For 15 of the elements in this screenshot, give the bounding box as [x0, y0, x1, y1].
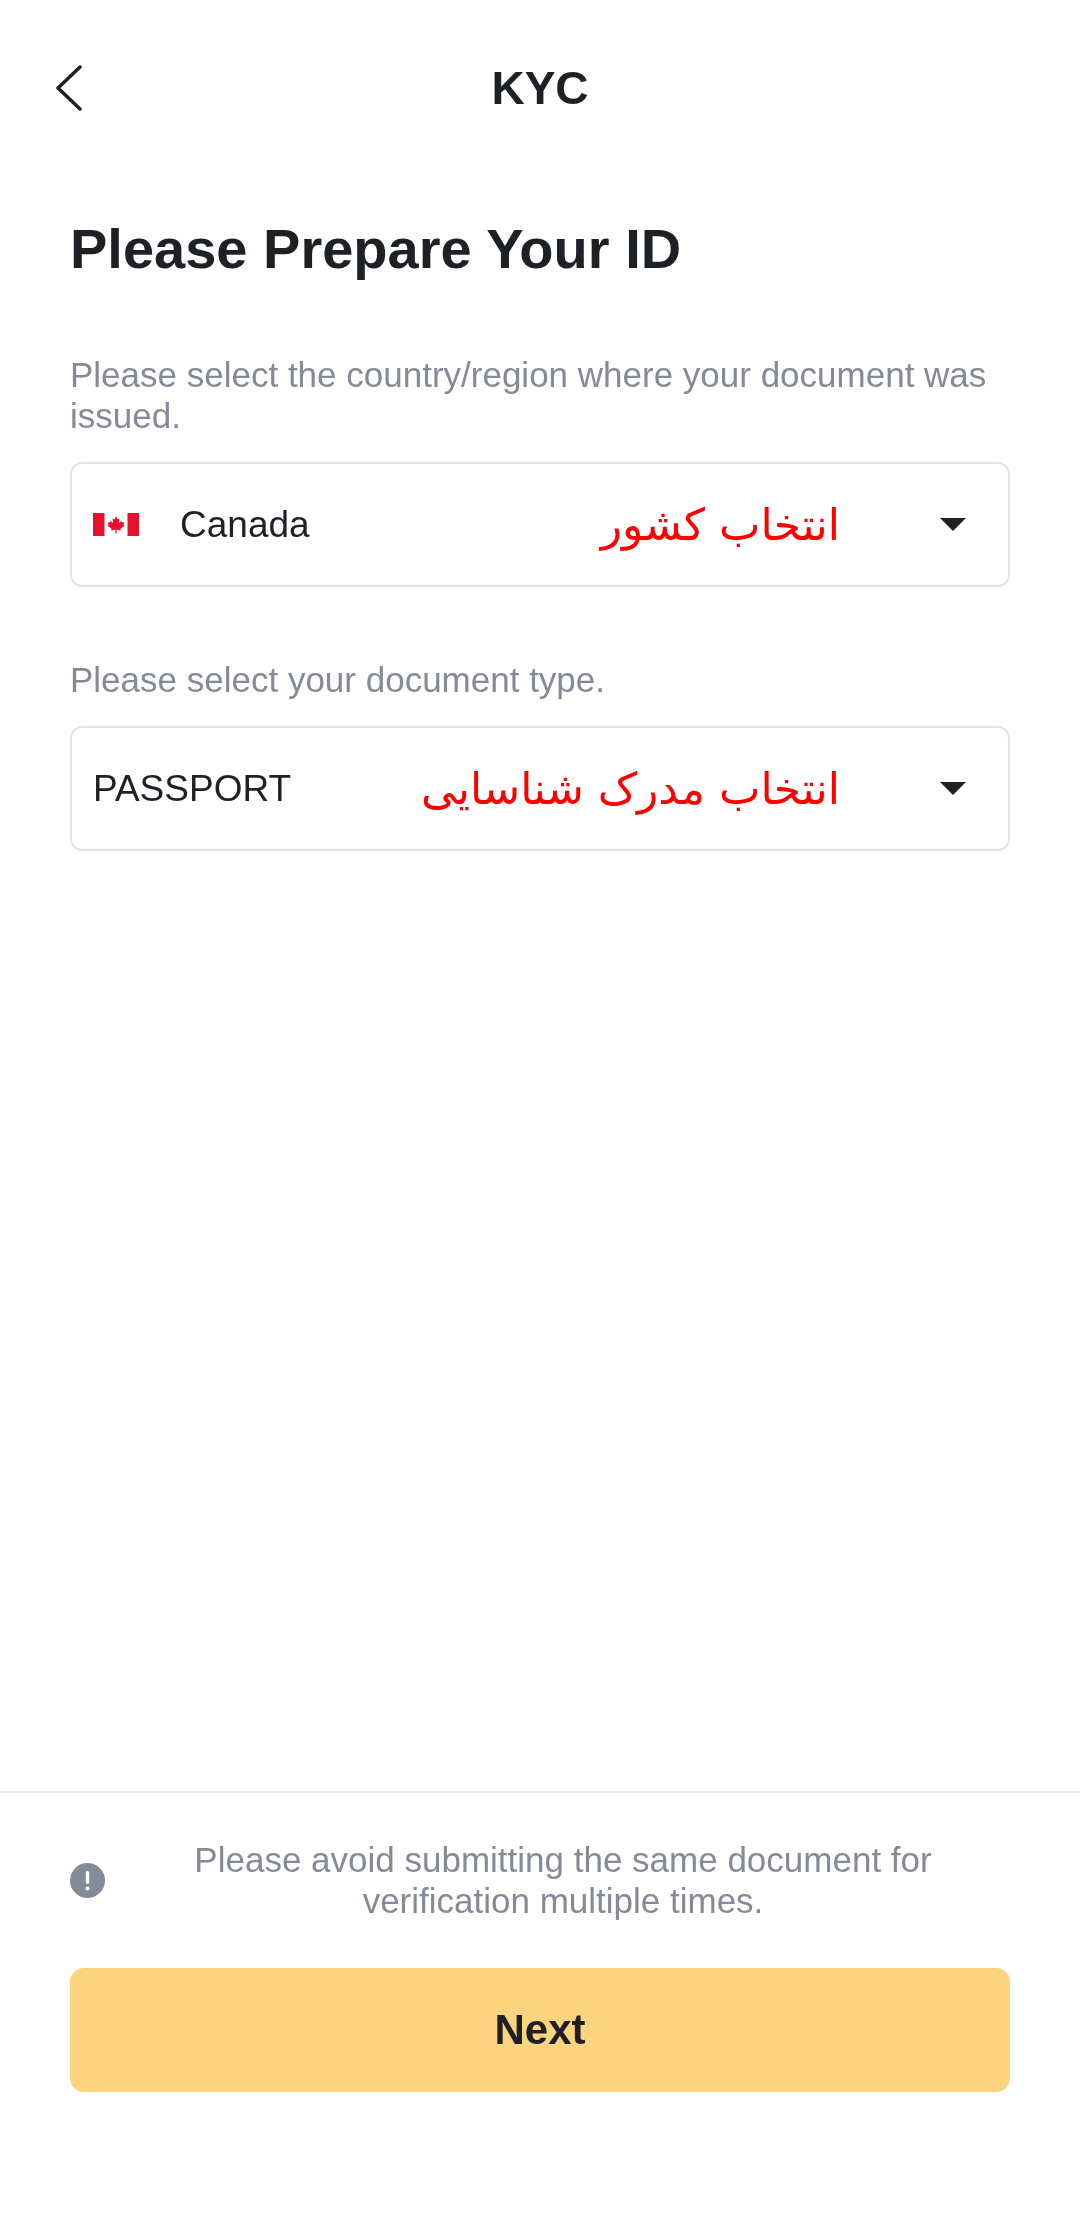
- info-icon: [70, 1862, 105, 1898]
- notice-text: Please avoid submitting the same document for verification multiple times.: [193, 1839, 933, 1921]
- annotation-text: انتخاب مدرک شناسایی: [421, 761, 840, 817]
- select-value: Canada: [180, 502, 310, 547]
- flag-icon: [93, 513, 139, 536]
- caret-icon: [940, 782, 966, 795]
- field-label: Please select your document type.: [70, 659, 606, 700]
- page-title: KYC: [491, 61, 589, 115]
- back-button[interactable]: [55, 65, 83, 111]
- field-label: Please select the country/region where your document was issued.: [70, 354, 988, 436]
- chevron-left-icon: [55, 65, 83, 111]
- annotation-text: انتخاب کشور: [600, 497, 840, 553]
- select-value: PASSPORT: [93, 766, 292, 811]
- page-heading: Please Prepare Your ID: [70, 216, 682, 282]
- caret-icon: [940, 518, 966, 531]
